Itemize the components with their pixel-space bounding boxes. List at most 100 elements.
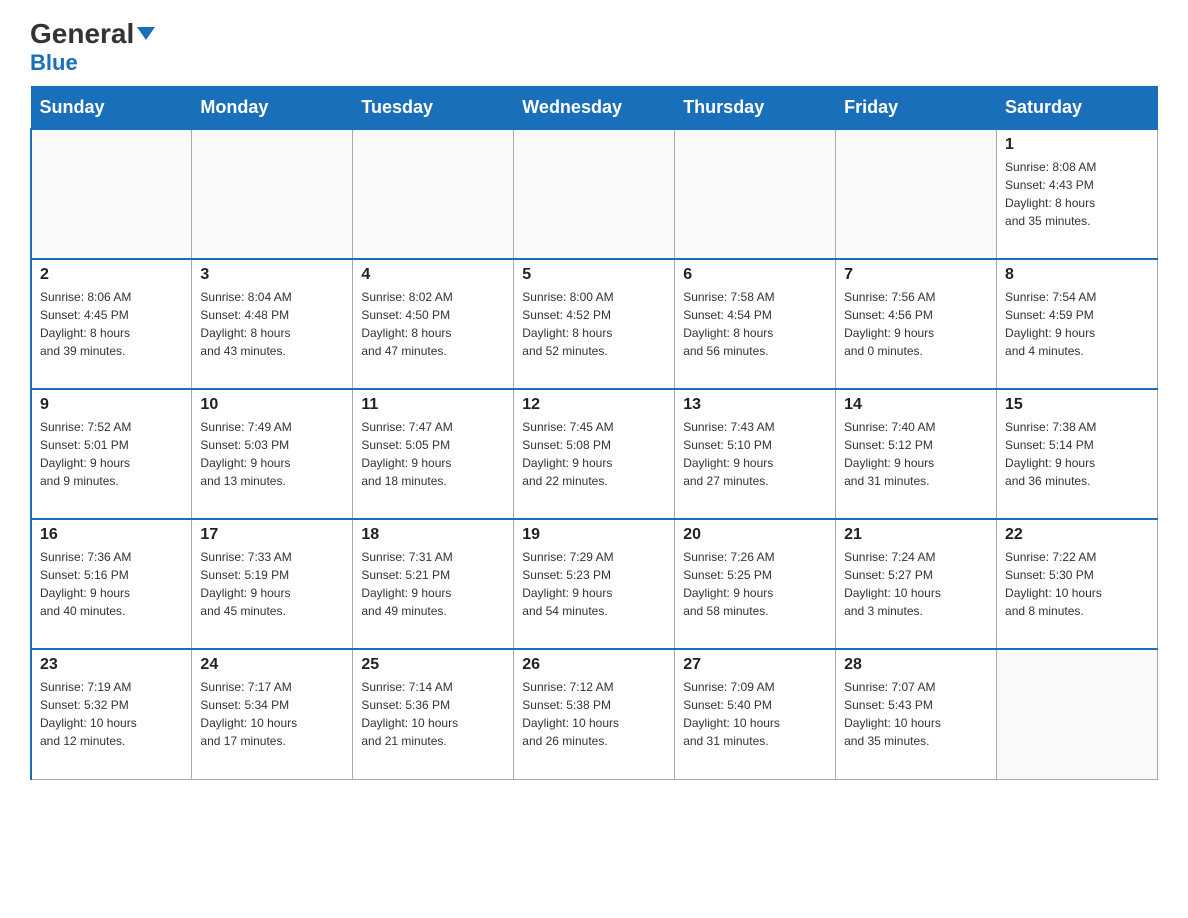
day-info: Sunrise: 7:38 AM Sunset: 5:14 PM Dayligh… [1005, 418, 1149, 490]
page-header: General Blue [30, 20, 1158, 76]
calendar-table: SundayMondayTuesdayWednesdayThursdayFrid… [30, 86, 1158, 780]
calendar-cell: 20 Sunrise: 7:26 AM Sunset: 5:25 PM Dayli… [675, 519, 836, 649]
day-info: Sunrise: 7:36 AM Sunset: 5:16 PM Dayligh… [40, 548, 183, 620]
day-number: 5 [522, 266, 666, 284]
day-info: Sunrise: 8:04 AM Sunset: 4:48 PM Dayligh… [200, 288, 344, 360]
day-info: Sunrise: 8:02 AM Sunset: 4:50 PM Dayligh… [361, 288, 505, 360]
day-info: Sunrise: 7:47 AM Sunset: 5:05 PM Dayligh… [361, 418, 505, 490]
day-info: Sunrise: 7:56 AM Sunset: 4:56 PM Dayligh… [844, 288, 988, 360]
calendar-body: 1 Sunrise: 8:08 AM Sunset: 4:43 PM Daylig… [31, 129, 1158, 779]
day-info: Sunrise: 7:29 AM Sunset: 5:23 PM Dayligh… [522, 548, 666, 620]
day-number: 4 [361, 266, 505, 284]
weekday-header-monday: Monday [192, 87, 353, 130]
calendar-cell: 13 Sunrise: 7:43 AM Sunset: 5:10 PM Dayli… [675, 389, 836, 519]
calendar-cell: 18 Sunrise: 7:31 AM Sunset: 5:21 PM Dayli… [353, 519, 514, 649]
calendar-cell: 16 Sunrise: 7:36 AM Sunset: 5:16 PM Dayli… [31, 519, 192, 649]
day-number: 20 [683, 526, 827, 544]
day-number: 22 [1005, 526, 1149, 544]
weekday-header-friday: Friday [836, 87, 997, 130]
day-number: 3 [200, 266, 344, 284]
calendar-cell: 15 Sunrise: 7:38 AM Sunset: 5:14 PM Dayli… [997, 389, 1158, 519]
day-number: 9 [40, 396, 183, 414]
calendar-cell: 14 Sunrise: 7:40 AM Sunset: 5:12 PM Dayli… [836, 389, 997, 519]
day-number: 17 [200, 526, 344, 544]
day-number: 1 [1005, 136, 1149, 154]
day-number: 8 [1005, 266, 1149, 284]
calendar-week-4: 16 Sunrise: 7:36 AM Sunset: 5:16 PM Dayli… [31, 519, 1158, 649]
day-info: Sunrise: 7:12 AM Sunset: 5:38 PM Dayligh… [522, 678, 666, 750]
calendar-cell [514, 129, 675, 259]
day-number: 14 [844, 396, 988, 414]
calendar-cell: 25 Sunrise: 7:14 AM Sunset: 5:36 PM Dayli… [353, 649, 514, 779]
calendar-week-2: 2 Sunrise: 8:06 AM Sunset: 4:45 PM Daylig… [31, 259, 1158, 389]
day-info: Sunrise: 7:09 AM Sunset: 5:40 PM Dayligh… [683, 678, 827, 750]
calendar-cell: 9 Sunrise: 7:52 AM Sunset: 5:01 PM Daylig… [31, 389, 192, 519]
day-number: 23 [40, 656, 183, 674]
calendar-cell: 11 Sunrise: 7:47 AM Sunset: 5:05 PM Dayli… [353, 389, 514, 519]
day-info: Sunrise: 8:00 AM Sunset: 4:52 PM Dayligh… [522, 288, 666, 360]
day-info: Sunrise: 7:22 AM Sunset: 5:30 PM Dayligh… [1005, 548, 1149, 620]
calendar-cell: 21 Sunrise: 7:24 AM Sunset: 5:27 PM Dayli… [836, 519, 997, 649]
day-number: 7 [844, 266, 988, 284]
day-number: 13 [683, 396, 827, 414]
calendar-cell: 8 Sunrise: 7:54 AM Sunset: 4:59 PM Daylig… [997, 259, 1158, 389]
day-info: Sunrise: 7:14 AM Sunset: 5:36 PM Dayligh… [361, 678, 505, 750]
day-number: 10 [200, 396, 344, 414]
calendar-header: SundayMondayTuesdayWednesdayThursdayFrid… [31, 87, 1158, 130]
day-info: Sunrise: 7:40 AM Sunset: 5:12 PM Dayligh… [844, 418, 988, 490]
day-number: 21 [844, 526, 988, 544]
calendar-cell: 22 Sunrise: 7:22 AM Sunset: 5:30 PM Dayli… [997, 519, 1158, 649]
day-number: 12 [522, 396, 666, 414]
calendar-cell: 2 Sunrise: 8:06 AM Sunset: 4:45 PM Daylig… [31, 259, 192, 389]
day-info: Sunrise: 7:26 AM Sunset: 5:25 PM Dayligh… [683, 548, 827, 620]
day-info: Sunrise: 7:31 AM Sunset: 5:21 PM Dayligh… [361, 548, 505, 620]
calendar-cell: 4 Sunrise: 8:02 AM Sunset: 4:50 PM Daylig… [353, 259, 514, 389]
day-info: Sunrise: 7:58 AM Sunset: 4:54 PM Dayligh… [683, 288, 827, 360]
day-number: 11 [361, 396, 505, 414]
calendar-cell: 12 Sunrise: 7:45 AM Sunset: 5:08 PM Dayli… [514, 389, 675, 519]
calendar-cell [675, 129, 836, 259]
calendar-week-1: 1 Sunrise: 8:08 AM Sunset: 4:43 PM Daylig… [31, 129, 1158, 259]
day-info: Sunrise: 8:06 AM Sunset: 4:45 PM Dayligh… [40, 288, 183, 360]
day-info: Sunrise: 7:54 AM Sunset: 4:59 PM Dayligh… [1005, 288, 1149, 360]
day-number: 27 [683, 656, 827, 674]
day-number: 25 [361, 656, 505, 674]
day-info: Sunrise: 7:43 AM Sunset: 5:10 PM Dayligh… [683, 418, 827, 490]
calendar-cell [31, 129, 192, 259]
calendar-cell [836, 129, 997, 259]
day-info: Sunrise: 7:45 AM Sunset: 5:08 PM Dayligh… [522, 418, 666, 490]
day-number: 24 [200, 656, 344, 674]
day-info: Sunrise: 8:08 AM Sunset: 4:43 PM Dayligh… [1005, 158, 1149, 230]
day-number: 18 [361, 526, 505, 544]
calendar-cell: 24 Sunrise: 7:17 AM Sunset: 5:34 PM Dayli… [192, 649, 353, 779]
day-number: 16 [40, 526, 183, 544]
calendar-cell: 1 Sunrise: 8:08 AM Sunset: 4:43 PM Daylig… [997, 129, 1158, 259]
logo-general: General [30, 20, 155, 48]
calendar-week-3: 9 Sunrise: 7:52 AM Sunset: 5:01 PM Daylig… [31, 389, 1158, 519]
day-number: 15 [1005, 396, 1149, 414]
day-number: 6 [683, 266, 827, 284]
calendar-cell: 3 Sunrise: 8:04 AM Sunset: 4:48 PM Daylig… [192, 259, 353, 389]
day-number: 2 [40, 266, 183, 284]
calendar-cell: 10 Sunrise: 7:49 AM Sunset: 5:03 PM Dayli… [192, 389, 353, 519]
calendar-cell: 6 Sunrise: 7:58 AM Sunset: 4:54 PM Daylig… [675, 259, 836, 389]
day-info: Sunrise: 7:52 AM Sunset: 5:01 PM Dayligh… [40, 418, 183, 490]
day-number: 19 [522, 526, 666, 544]
calendar-cell [192, 129, 353, 259]
day-info: Sunrise: 7:19 AM Sunset: 5:32 PM Dayligh… [40, 678, 183, 750]
calendar-cell: 28Sunrise: 7:07 AM Sunset: 5:43 PM Dayli… [836, 649, 997, 779]
calendar-cell: 27 Sunrise: 7:09 AM Sunset: 5:40 PM Dayli… [675, 649, 836, 779]
calendar-week-5: 23 Sunrise: 7:19 AM Sunset: 5:32 PM Dayli… [31, 649, 1158, 779]
day-info: Sunrise: 7:24 AM Sunset: 5:27 PM Dayligh… [844, 548, 988, 620]
calendar-cell [997, 649, 1158, 779]
day-number: 26 [522, 656, 666, 674]
day-info: Sunrise: 7:33 AM Sunset: 5:19 PM Dayligh… [200, 548, 344, 620]
day-info: Sunrise: 7:17 AM Sunset: 5:34 PM Dayligh… [200, 678, 344, 750]
day-info: Sunrise: 7:49 AM Sunset: 5:03 PM Dayligh… [200, 418, 344, 490]
weekday-header-thursday: Thursday [675, 87, 836, 130]
calendar-cell: 5 Sunrise: 8:00 AM Sunset: 4:52 PM Daylig… [514, 259, 675, 389]
calendar-cell: 7 Sunrise: 7:56 AM Sunset: 4:56 PM Daylig… [836, 259, 997, 389]
day-info: Sunrise: 7:07 AM Sunset: 5:43 PM Dayligh… [844, 678, 988, 750]
weekday-header-saturday: Saturday [997, 87, 1158, 130]
calendar-cell: 17 Sunrise: 7:33 AM Sunset: 5:19 PM Dayli… [192, 519, 353, 649]
